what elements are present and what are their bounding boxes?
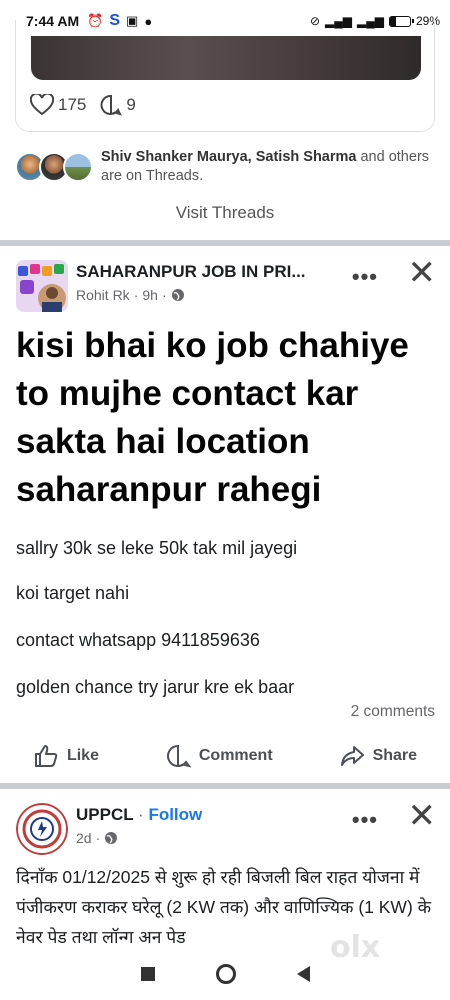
threads-friends-text: Shiv Shanker Maurya, Satish Sharma and o… — [101, 148, 435, 186]
home-icon[interactable] — [215, 964, 236, 984]
post-meta: 2d · — [76, 830, 118, 846]
post-line: koi target nahi — [16, 583, 130, 603]
uppcl-avatar[interactable] — [16, 803, 68, 855]
close-icon[interactable]: ✕ — [408, 799, 437, 833]
group-avatar[interactable] — [16, 260, 68, 312]
post-saharanpur-job: SAHARANPUR JOB IN PRI... Rohit Rk · 9h ·… — [0, 252, 450, 312]
post-line: contact whatsapp 9411859636 — [16, 630, 260, 650]
meta-separator: · — [133, 287, 139, 303]
post-time[interactable]: 9h — [142, 287, 158, 303]
post-line: golden chance try jarur kre ek baar — [16, 677, 295, 697]
follow-button[interactable]: Follow — [148, 805, 202, 824]
threads-post-card[interactable]: 175 9 — [15, 20, 435, 132]
post-line: sallry 30k se leke 50k tak mil jayegi — [16, 538, 298, 558]
threads-friends-row: Shiv Shanker Maurya, Satish Sharma and o… — [15, 148, 435, 186]
post-header: SAHARANPUR JOB IN PRI... Rohit Rk · 9h ·… — [0, 252, 450, 312]
threads-likes-count: 175 — [58, 95, 87, 114]
friend-avatar — [63, 152, 93, 182]
post-time[interactable]: 2d — [76, 830, 92, 846]
post-meta: Rohit Rk · 9h · — [76, 287, 185, 303]
like-button[interactable]: Like — [33, 743, 99, 769]
comment-icon — [166, 744, 191, 768]
page-name-row: UPPCL · Follow — [76, 805, 202, 825]
group-name[interactable]: SAHARANPUR JOB IN PRI... — [76, 262, 306, 282]
friend-avatars — [15, 148, 99, 182]
post-uppcl: UPPCL · Follow 2d · ••• ✕ — [0, 795, 450, 855]
heart-icon — [30, 94, 54, 116]
thumbs-up-icon — [34, 745, 58, 767]
feed-divider — [0, 783, 450, 789]
meta-separator: · — [95, 830, 101, 846]
meta-separator: · — [138, 805, 149, 824]
threads-like-stat[interactable]: 175 — [30, 94, 86, 116]
threads-stats: 175 9 — [30, 94, 136, 116]
comment-label: Comment — [198, 747, 273, 764]
group-cover-image — [16, 260, 68, 312]
post-header: UPPCL · Follow 2d · ••• ✕ — [0, 795, 450, 855]
like-label: Like — [66, 747, 99, 764]
back-icon[interactable] — [296, 966, 310, 982]
friends-names: Shiv Shanker Maurya, Satish Sharma — [101, 149, 357, 165]
olx-watermark: olx — [330, 930, 420, 980]
more-options-icon[interactable]: ••• — [352, 807, 378, 833]
uppcl-logo-icon — [16, 803, 68, 855]
threads-post-image[interactable] — [31, 36, 421, 80]
comments-count[interactable]: 2 comments — [351, 703, 435, 721]
uppcl-page-name[interactable]: UPPCL — [76, 805, 133, 824]
close-icon[interactable]: ✕ — [408, 256, 437, 290]
visit-threads-button[interactable]: Visit Threads — [0, 203, 450, 223]
meta-separator: · — [161, 287, 167, 303]
share-icon — [340, 746, 364, 766]
post-highlight-text: kisi bhai ko job chahiye to mujhe contac… — [16, 326, 409, 509]
share-button[interactable]: Share — [339, 743, 417, 769]
globe-icon — [171, 289, 184, 301]
feed-divider — [0, 240, 450, 246]
globe-icon — [105, 832, 118, 844]
post-actions: Like Comment Share — [0, 736, 450, 776]
threads-comment-stat[interactable]: 9 — [100, 94, 136, 116]
comment-button[interactable]: Comment — [165, 743, 273, 769]
watermark-text: olx — [330, 930, 381, 965]
recents-icon[interactable] — [140, 967, 155, 981]
author-name[interactable]: Rohit Rk — [76, 287, 130, 303]
more-options-icon[interactable]: ••• — [352, 264, 378, 290]
share-label: Share — [372, 747, 418, 764]
comment-bubble-icon — [100, 94, 123, 116]
threads-comments-count: 9 — [126, 95, 136, 114]
